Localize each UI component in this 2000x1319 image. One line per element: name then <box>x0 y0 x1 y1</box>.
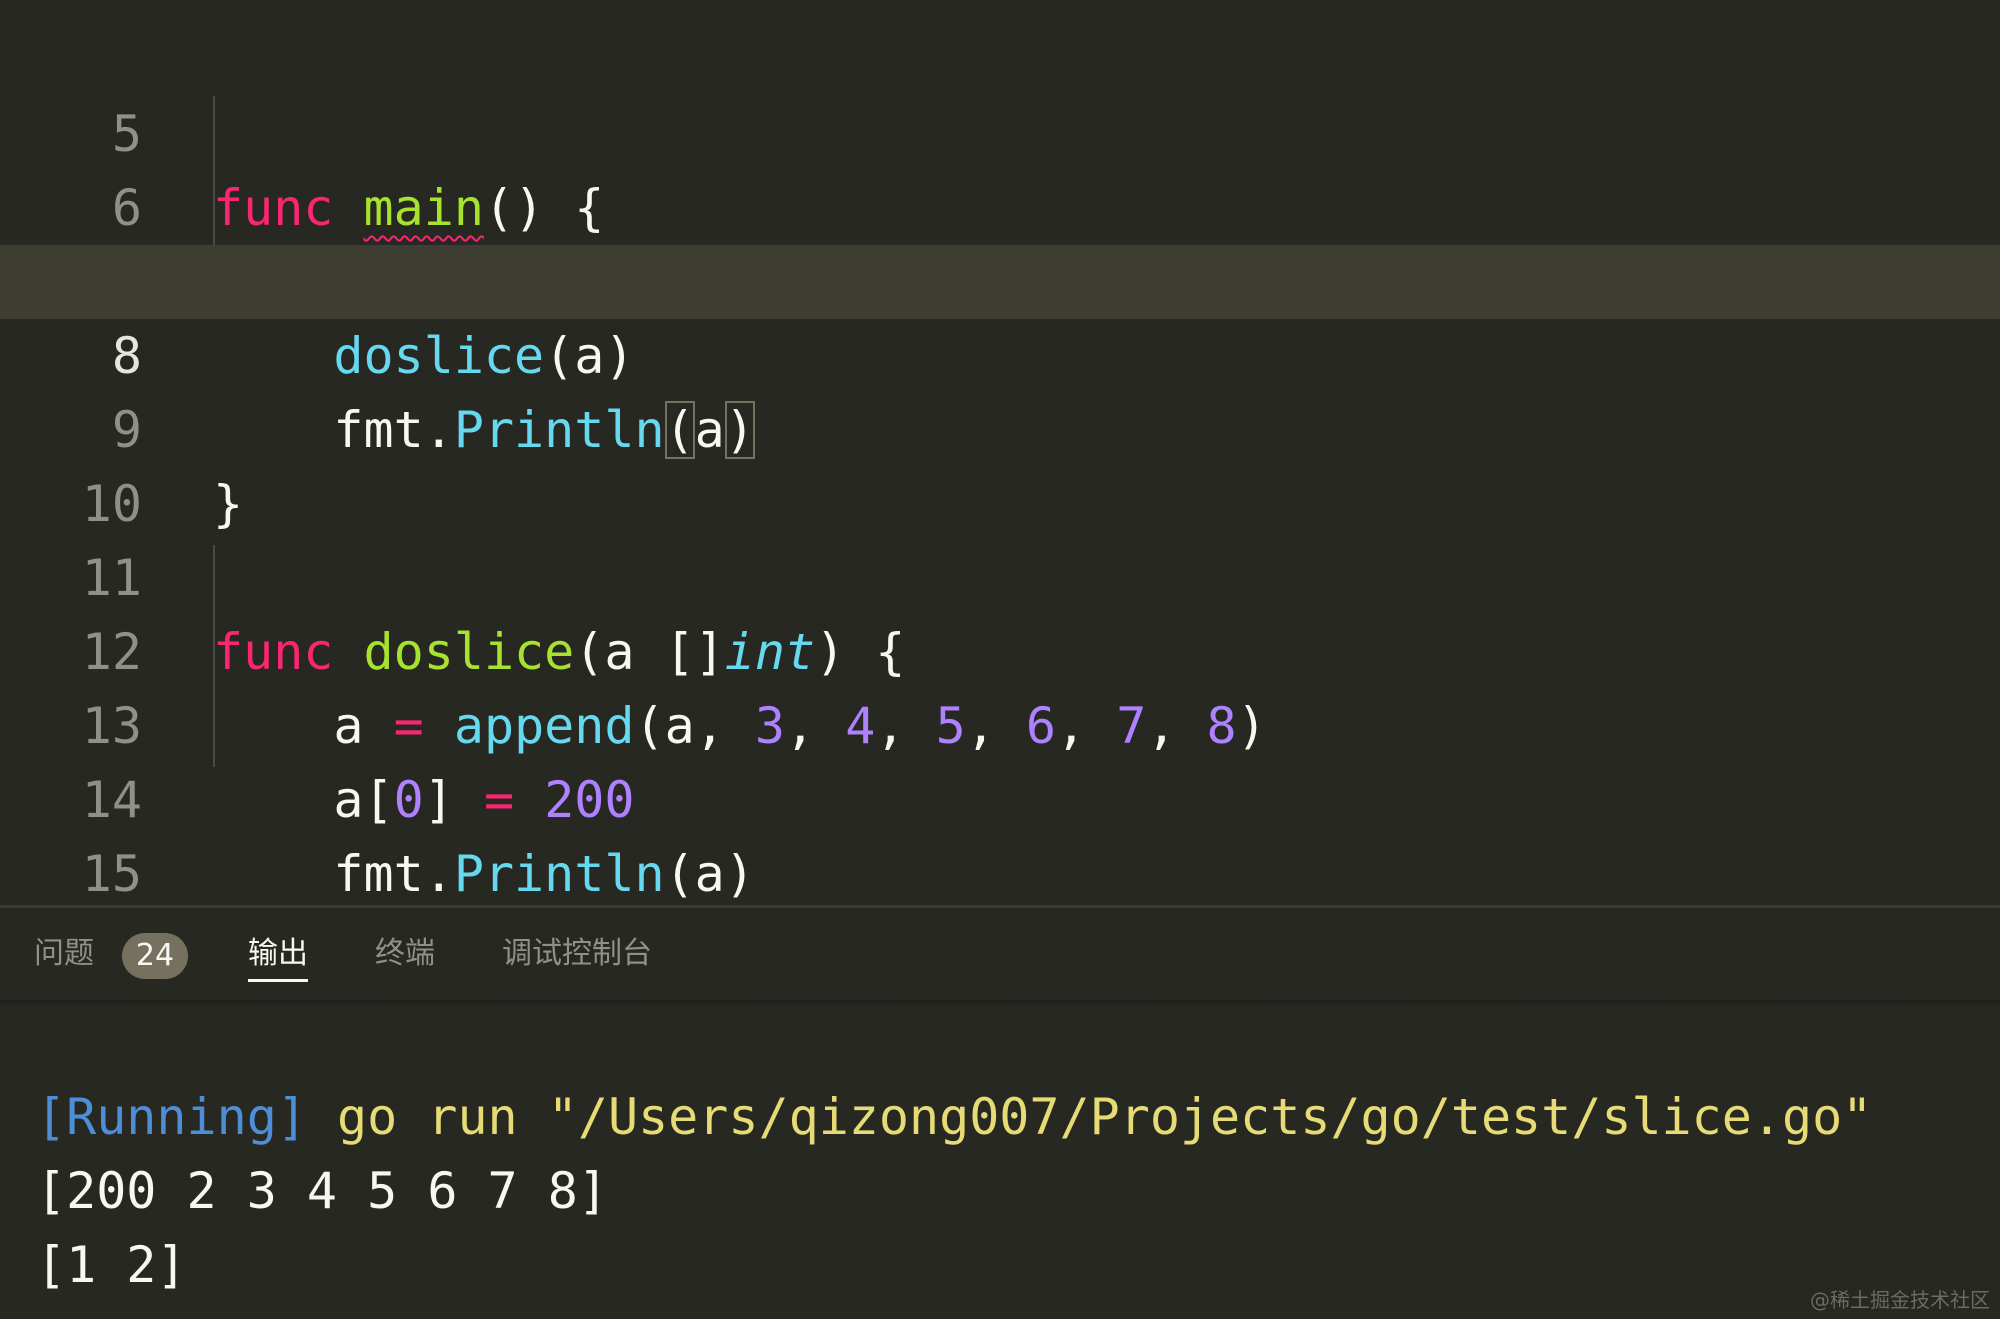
current-code-line[interactable]: 8 fmt.Println(a) <box>0 245 2000 459</box>
code-line[interactable]: 5 func main() { <box>0 23 2000 237</box>
code-line[interactable]: 12 a = append(a, 3, 4, 5, 6, 7, 8) <box>0 541 2000 755</box>
code-line[interactable]: 14 fmt.Println(a) <box>0 689 2000 903</box>
code-line[interactable]: 11 func doslice(a []int) { <box>0 467 2000 681</box>
code-line[interactable]: 15 } <box>0 763 2000 903</box>
output-line: [1 2] <box>36 1236 187 1294</box>
tab-debug-console[interactable]: 调试控制台 <box>502 908 652 1000</box>
tab-problems[interactable]: 问题 <box>34 908 94 1000</box>
tab-terminal[interactable]: 终端 <box>375 908 435 1000</box>
output-panel[interactable]: [Running] go run "/Users/qizong007/Proje… <box>0 1006 2000 1319</box>
code-line[interactable]: 13 a[0] = 200 <box>0 615 2000 829</box>
code-line[interactable]: 7 doslice(a) <box>0 171 2000 385</box>
code-line[interactable]: 16 <box>0 837 2000 905</box>
code-line[interactable]: 10 <box>0 393 2000 533</box>
code-line[interactable]: 6 a := []int{1, 2} <box>0 97 2000 311</box>
run-command: go run "/Users/qizong007/Projects/go/tes… <box>337 1088 1873 1146</box>
code-line[interactable]: 9 } <box>0 319 2000 533</box>
problems-count-badge: 24 <box>122 933 188 979</box>
output-line: [200 2 3 4 5 6 7 8] <box>36 1162 608 1220</box>
watermark: @稀土掘金技术社区 <box>1810 1288 1990 1312</box>
panel-tab-bar: 问题 24 输出 终端 调试控制台 <box>0 908 2000 1000</box>
code-editor[interactable]: 5 func main() { 6 a := []int{1, 2} 7 dos… <box>0 0 2000 905</box>
running-tag: [Running] <box>36 1088 307 1146</box>
tab-output[interactable]: 输出 <box>248 908 308 1000</box>
output-run-line: [Running] go run "/Users/qizong007/Proje… <box>36 1080 1872 1154</box>
